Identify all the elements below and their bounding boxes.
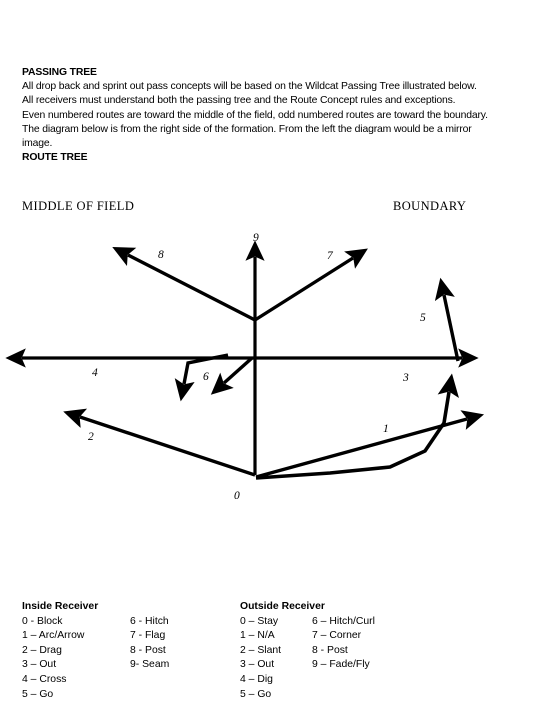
legend-item: 7 - Flag	[130, 630, 166, 642]
intro-line-title: PASSING TREE	[22, 67, 97, 78]
legend-outside-column-a: 0 – Stay 1 – N/A 2 – Slant 3 – Out 4 – D…	[240, 615, 312, 703]
legend-inside-column-a: 0 - Block 1 – Arc/Arrow 2 – Drag 3 – Out…	[22, 615, 130, 703]
legend-outside-column-b: 6 – Hitch/Curl 7 – Corner 8 - Post 9 – F…	[312, 615, 422, 703]
legend-item: 8 - Post	[130, 644, 166, 656]
route-8-line	[112, 246, 256, 322]
legend-item: 3 – Out	[22, 659, 57, 671]
legend-item: 8 - Post	[312, 644, 348, 656]
legend-item: 4 – Dig	[240, 673, 273, 685]
legend-outside-receiver: Outside Receiver 0 – Stay 1 – N/A 2 – Sl…	[240, 600, 422, 702]
route-label-9: 9	[253, 232, 259, 244]
route-7-line	[254, 248, 368, 322]
route-2-line	[63, 408, 256, 477]
legend-item: 2 – Slant	[240, 644, 282, 656]
route-5-line	[434, 277, 460, 362]
intro-line-1: All drop back and sprint out pass concep…	[22, 81, 477, 93]
legend-item: 6 - Hitch	[130, 615, 169, 627]
route-tree-svg	[5, 240, 485, 480]
legend-item: 5 – Go	[240, 688, 272, 700]
legend-item: 9- Seam	[130, 659, 170, 671]
legend-inside-column-b: 6 - Hitch 7 - Flag 8 - Post 9- Seam	[130, 615, 230, 703]
route-label-6: 6	[203, 371, 209, 383]
legend-outside-title: Outside Receiver	[240, 601, 325, 612]
route-label-2: 2	[88, 431, 94, 443]
route-1-arc-line	[255, 373, 459, 480]
route-label-4: 4	[92, 367, 98, 379]
route-label-8: 8	[158, 249, 164, 261]
legend-item: 6 – Hitch/Curl	[312, 615, 375, 627]
route-label-7: 7	[327, 250, 333, 262]
intro-paragraph: PASSING TREE All drop back and sprint ou…	[22, 66, 540, 165]
route-label-5: 5	[420, 312, 426, 324]
route-label-1: 1	[383, 423, 389, 435]
legend-item: 9 – Fade/Fly	[312, 659, 370, 671]
intro-line-5: image.	[22, 138, 53, 150]
route-label-0: 0	[234, 490, 240, 502]
legend-item: 3 – Out	[240, 659, 275, 671]
legend-item: 4 – Cross	[22, 673, 67, 685]
route-label-3: 3	[403, 372, 409, 384]
legend-item: 0 - Block	[22, 615, 63, 627]
route-legend: Inside Receiver 0 - Block 1 – Arc/Arrow …	[0, 600, 540, 720]
intro-line-4: The diagram below is from the right side…	[22, 123, 472, 135]
legend-item: 7 – Corner	[312, 630, 362, 642]
route-tree-diagram: MIDDLE OF FIELD BOUNDARY 9 8 7 5 4 6 3 2…	[0, 185, 540, 515]
legend-item: 5 – Go	[22, 688, 54, 700]
legend-inside-receiver: Inside Receiver 0 - Block 1 – Arc/Arrow …	[22, 600, 230, 702]
intro-line-subtitle: ROUTE TREE	[22, 152, 88, 164]
legend-item: 2 – Drag	[22, 644, 62, 656]
route-6-inner-line	[210, 356, 254, 395]
legend-item: 1 – N/A	[240, 630, 275, 642]
intro-line-2: All receivers must understand both the p…	[22, 95, 456, 107]
legend-item: 0 – Stay	[240, 615, 279, 627]
legend-inside-title: Inside Receiver	[22, 601, 99, 612]
legend-item: 1 – Arc/Arrow	[22, 630, 85, 642]
intro-line-3: Even numbered routes are toward the midd…	[22, 109, 488, 121]
